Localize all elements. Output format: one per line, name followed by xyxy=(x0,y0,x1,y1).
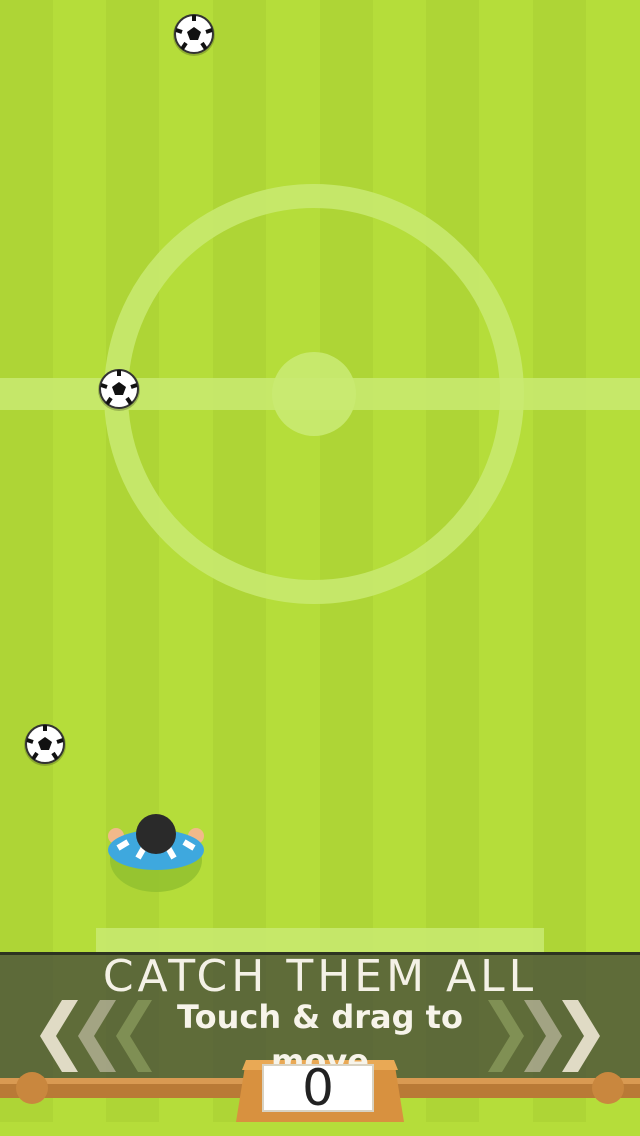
score-value: 0 xyxy=(302,1059,334,1117)
soccer-ball-icon[interactable] xyxy=(172,13,216,57)
game-stage[interactable]: CATCH THEM ALL Touch & drag to move 0 xyxy=(0,0,640,1136)
soccer-ball-icon[interactable] xyxy=(23,723,67,767)
soccer-ball-icon[interactable] xyxy=(97,368,141,412)
center-spot xyxy=(272,352,356,436)
player-icon[interactable] xyxy=(100,808,212,898)
